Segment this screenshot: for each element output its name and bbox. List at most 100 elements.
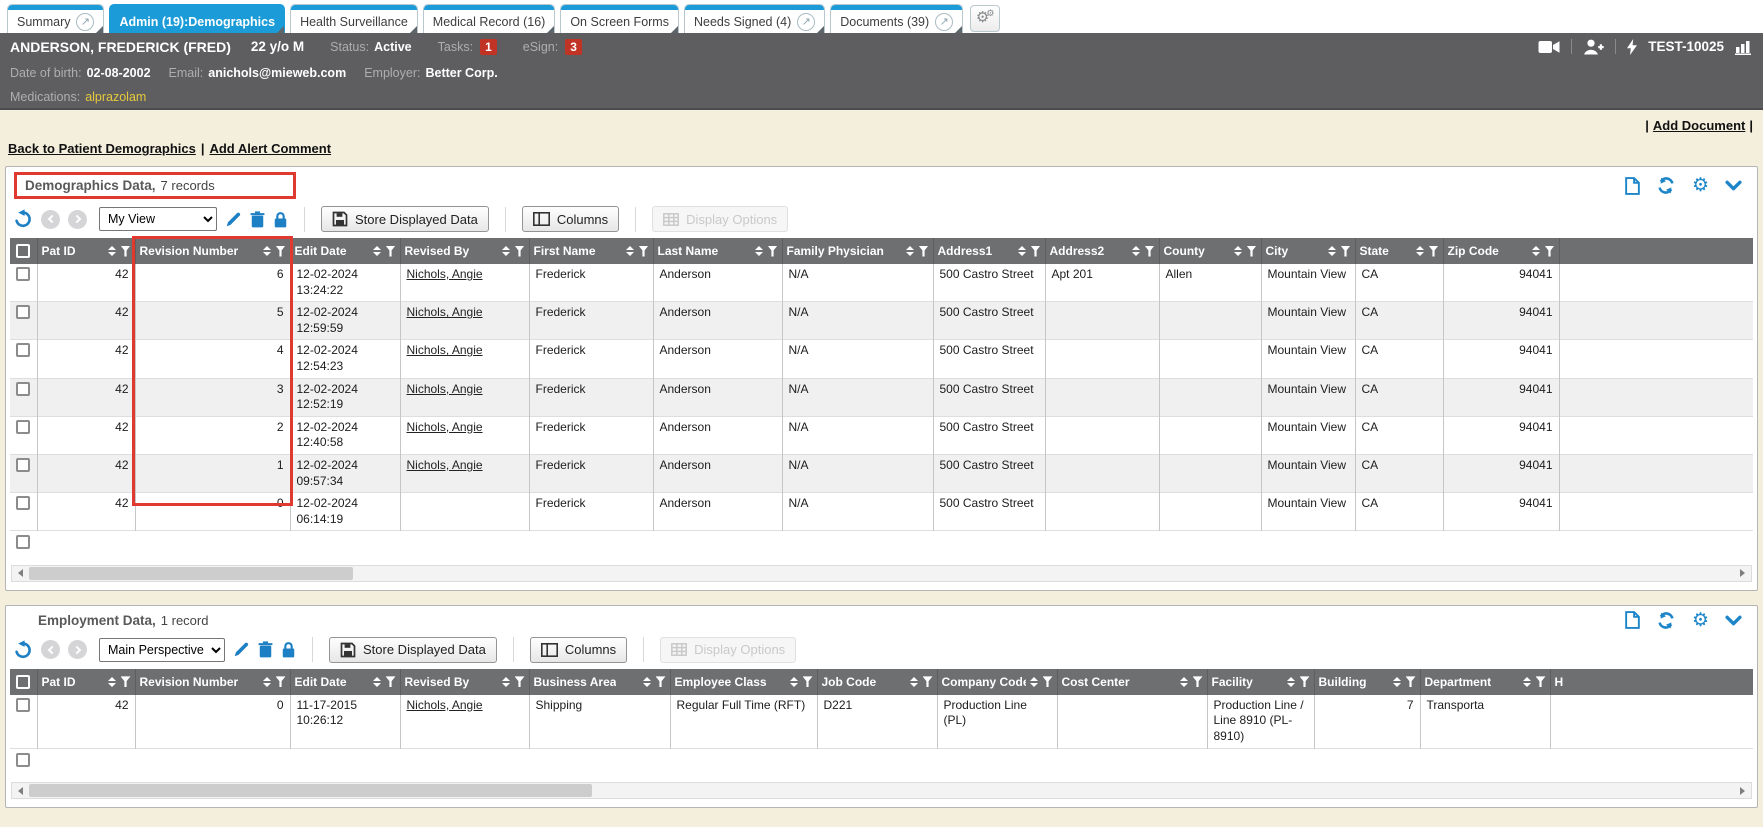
filter-icon[interactable] [1406, 676, 1416, 687]
filter-icon[interactable] [515, 676, 525, 687]
revised-by-link[interactable]: Nichols, Angie [407, 420, 483, 434]
sort-icon[interactable] [373, 677, 381, 687]
tab-on-screen-forms[interactable]: On Screen Forms [560, 4, 679, 33]
filter-icon[interactable] [386, 246, 396, 257]
scrollbar-track[interactable] [29, 566, 1734, 581]
sort-icon[interactable] [1234, 246, 1242, 256]
sort-icon[interactable] [1393, 677, 1401, 687]
sort-icon[interactable] [1328, 246, 1336, 256]
filter-icon[interactable] [276, 676, 286, 687]
delete-view-trash-icon[interactable] [258, 641, 273, 658]
filter-icon[interactable] [1536, 676, 1546, 687]
column-header-cost-center[interactable]: Cost Center [1057, 669, 1207, 695]
sort-icon[interactable] [373, 246, 381, 256]
filter-icon[interactable] [515, 246, 525, 257]
lightning-icon[interactable] [1627, 39, 1637, 55]
filter-icon[interactable] [1193, 676, 1203, 687]
column-header-city[interactable]: City [1261, 238, 1355, 264]
scrollbar-thumb[interactable] [29, 567, 353, 580]
scroll-left-button[interactable] [12, 566, 29, 581]
column-header-building[interactable]: Building [1314, 669, 1420, 695]
sort-icon[interactable] [108, 677, 116, 687]
back-to-demographics-link[interactable]: Back to Patient Demographics [8, 141, 196, 156]
row-checkbox[interactable] [16, 305, 30, 319]
column-header-county[interactable]: County [1159, 238, 1261, 264]
view-selector[interactable]: Main Perspective [99, 638, 225, 662]
filter-icon[interactable] [276, 246, 286, 257]
tab-needs-signed[interactable]: Needs Signed (4) ↗ [684, 4, 825, 33]
column-header-job-code[interactable]: Job Code [817, 669, 937, 695]
sort-icon[interactable] [626, 246, 634, 256]
filter-icon[interactable] [1545, 246, 1555, 257]
sort-icon[interactable] [643, 677, 651, 687]
collapse-chevron-icon[interactable] [1725, 615, 1742, 626]
tab-settings-button[interactable]: ⚙ ⚙ [970, 5, 1000, 32]
revised-by-link[interactable]: Nichols, Angie [407, 698, 483, 712]
scrollbar-track[interactable] [29, 783, 1734, 798]
popout-icon[interactable]: ↗ [797, 13, 815, 31]
select-all-checkbox[interactable] [16, 244, 30, 258]
row-checkbox[interactable] [16, 535, 30, 549]
edit-view-pencil-icon[interactable] [225, 211, 242, 228]
column-header-facility[interactable]: Facility [1207, 669, 1314, 695]
row-checkbox[interactable] [16, 382, 30, 396]
row-checkbox[interactable] [16, 753, 30, 767]
flowsheet-chart-icon[interactable] [1735, 39, 1753, 55]
row-checkbox[interactable] [16, 698, 30, 712]
sort-icon[interactable] [263, 246, 271, 256]
column-header-address1[interactable]: Address1 [933, 238, 1045, 264]
store-displayed-data-button[interactable]: Store Displayed Data [329, 637, 497, 663]
new-document-icon[interactable] [1625, 177, 1640, 195]
tasks-badge[interactable]: 1 [480, 39, 497, 55]
filter-icon[interactable] [1300, 676, 1310, 687]
sort-icon[interactable] [1416, 246, 1424, 256]
column-header-first-name[interactable]: First Name [529, 238, 653, 264]
popout-icon[interactable]: ↗ [76, 13, 94, 31]
sort-icon[interactable] [1523, 677, 1531, 687]
video-camera-icon[interactable] [1538, 40, 1560, 54]
panel-settings-gear-icon[interactable]: ⚙ [1692, 176, 1709, 195]
sort-icon[interactable] [502, 677, 510, 687]
column-header-state[interactable]: State [1355, 238, 1443, 264]
row-checkbox[interactable] [16, 267, 30, 281]
undo-icon[interactable] [13, 209, 33, 229]
columns-button[interactable]: Columns [522, 206, 619, 232]
revised-by-link[interactable]: Nichols, Angie [407, 382, 483, 396]
sort-icon[interactable] [790, 677, 798, 687]
filter-icon[interactable] [803, 676, 813, 687]
delete-view-trash-icon[interactable] [250, 211, 265, 228]
column-header-last-name[interactable]: Last Name [653, 238, 782, 264]
sort-icon[interactable] [263, 677, 271, 687]
scroll-right-button[interactable] [1734, 566, 1751, 581]
sort-icon[interactable] [755, 246, 763, 256]
sort-icon[interactable] [1532, 246, 1540, 256]
lock-view-icon[interactable] [273, 211, 288, 228]
column-header-revised-by[interactable]: Revised By [400, 238, 529, 264]
sort-icon[interactable] [906, 246, 914, 256]
add-alert-comment-link[interactable]: Add Alert Comment [209, 141, 331, 156]
filter-icon[interactable] [1341, 246, 1351, 257]
column-header-stub[interactable]: H [1550, 669, 1753, 695]
filter-icon[interactable] [1429, 246, 1439, 257]
filter-icon[interactable] [121, 246, 131, 257]
sort-icon[interactable] [1180, 677, 1188, 687]
column-header-family-physician[interactable]: Family Physician [782, 238, 933, 264]
row-checkbox[interactable] [16, 420, 30, 434]
scroll-right-button[interactable] [1734, 783, 1751, 798]
sort-icon[interactable] [108, 246, 116, 256]
tab-medical-record[interactable]: Medical Record (16) [423, 4, 556, 33]
filter-icon[interactable] [639, 246, 649, 257]
filter-icon[interactable] [1145, 246, 1155, 257]
column-header-address2[interactable]: Address2 [1045, 238, 1159, 264]
medications-value[interactable]: alprazolam [85, 90, 146, 104]
filter-icon[interactable] [923, 676, 933, 687]
sort-icon[interactable] [1018, 246, 1026, 256]
store-displayed-data-button[interactable]: Store Displayed Data [321, 206, 489, 232]
view-selector[interactable]: My View [99, 207, 217, 231]
tab-documents[interactable]: Documents (39) ↗ [830, 4, 963, 33]
horizontal-scrollbar[interactable] [11, 782, 1752, 799]
filter-icon[interactable] [768, 246, 778, 257]
esign-badge[interactable]: 3 [565, 39, 582, 55]
row-checkbox[interactable] [16, 496, 30, 510]
sort-icon[interactable] [1287, 677, 1295, 687]
